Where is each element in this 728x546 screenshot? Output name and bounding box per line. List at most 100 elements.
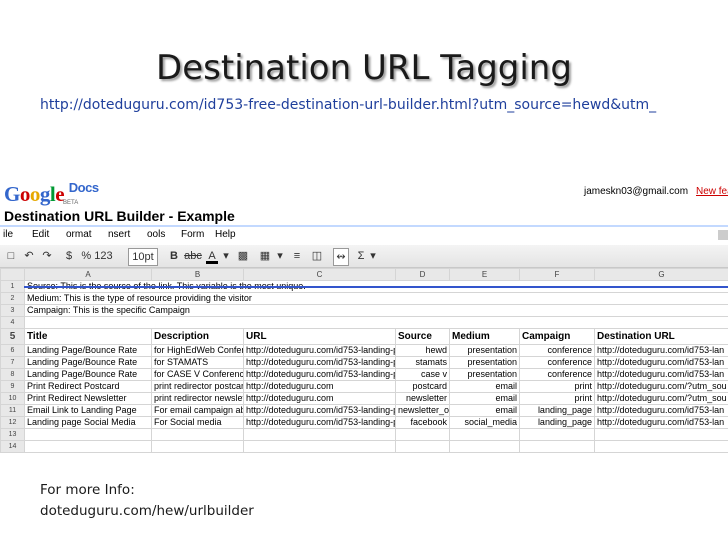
footer-link[interactable]: doteduguru.com/hew/urlbuilder: [40, 501, 254, 522]
menu-form[interactable]: Form: [181, 229, 204, 240]
cell-url[interactable]: http://doteduguru.com: [243, 380, 396, 393]
menu-file[interactable]: ile: [3, 229, 13, 240]
note-cell[interactable]: Medium: This is the type of resource pro…: [24, 292, 728, 305]
sum-icon[interactable]: Σ: [354, 248, 368, 264]
cell-source[interactable]: newsletter_oct_09: [395, 404, 450, 417]
empty-cell[interactable]: [151, 440, 244, 453]
cell-campaign[interactable]: conference: [519, 368, 595, 381]
cell-source[interactable]: newsletter: [395, 392, 450, 405]
bold-button[interactable]: B: [168, 248, 180, 264]
row-header[interactable]: 9: [0, 380, 25, 393]
empty-cell[interactable]: [243, 428, 396, 441]
cell-title[interactable]: Print Redirect Postcard: [24, 380, 152, 393]
align-icon[interactable]: ≡: [290, 248, 304, 264]
font-size-select[interactable]: 10pt: [128, 248, 158, 266]
text-color-button[interactable]: A: [206, 248, 218, 264]
cell-description[interactable]: print redirector newsletter: [151, 392, 244, 405]
row-header[interactable]: 14: [0, 440, 25, 453]
cell-title[interactable]: Landing Page/Bounce Rate: [24, 368, 152, 381]
empty-cell[interactable]: [594, 428, 728, 441]
sum-dropdown-icon[interactable]: ▾: [369, 248, 377, 264]
cell-description[interactable]: for CASE V Conference: [151, 368, 244, 381]
cell-source[interactable]: case v: [395, 368, 450, 381]
column-header[interactable]: E: [449, 268, 520, 281]
cell-destination-url[interactable]: http://doteduguru.com/id753-lan: [594, 344, 728, 357]
cell-destination-url[interactable]: http://doteduguru.com/id753-lan: [594, 416, 728, 429]
menu-format[interactable]: ormat: [66, 229, 92, 240]
cell-medium[interactable]: email: [449, 404, 520, 417]
cell-url[interactable]: http://doteduguru.com: [243, 392, 396, 405]
text-color-dropdown-icon[interactable]: ▾: [222, 248, 230, 264]
empty-cell[interactable]: [395, 428, 450, 441]
cell-title[interactable]: Landing Page/Bounce Rate: [24, 344, 152, 357]
row-header[interactable]: 10: [0, 392, 25, 405]
header-cell-campaign[interactable]: Campaign: [519, 328, 595, 345]
cell-source[interactable]: postcard: [395, 380, 450, 393]
cell-url[interactable]: http://doteduguru.com/id753-landing-page: [243, 344, 396, 357]
borders-icon[interactable]: ▦: [258, 248, 272, 264]
cell-campaign[interactable]: landing_page: [519, 404, 595, 417]
menu-tools[interactable]: ools: [147, 229, 165, 240]
menu-help[interactable]: Help: [215, 229, 236, 240]
note-cell[interactable]: Campaign: This is the specific Campaign: [24, 304, 728, 317]
fill-color-icon[interactable]: ▩: [236, 248, 250, 264]
row-header[interactable]: 3: [0, 304, 25, 317]
cell-destination-url[interactable]: http://doteduguru.com/id753-lan: [594, 404, 728, 417]
new-features-link[interactable]: New fea: [696, 186, 728, 197]
cell-campaign[interactable]: conference: [519, 356, 595, 369]
undo-icon[interactable]: ↶: [22, 248, 36, 264]
row-header[interactable]: 4: [0, 316, 25, 329]
column-header[interactable]: B: [151, 268, 244, 281]
row-header[interactable]: 2: [0, 292, 25, 305]
cell-source[interactable]: hewd: [395, 344, 450, 357]
empty-cell[interactable]: [519, 428, 595, 441]
menu-edit[interactable]: Edit: [32, 229, 49, 240]
cell-medium[interactable]: email: [449, 380, 520, 393]
merge-cells-icon[interactable]: ◫: [310, 248, 324, 264]
row-header[interactable]: 5: [0, 328, 25, 345]
column-header[interactable]: D: [395, 268, 450, 281]
strikethrough-button[interactable]: abc: [184, 248, 202, 264]
google-docs-logo[interactable]: Google Docs: [4, 180, 99, 207]
column-header[interactable]: C: [243, 268, 396, 281]
cell-campaign[interactable]: conference: [519, 344, 595, 357]
cell-title[interactable]: Print Redirect Newsletter: [24, 392, 152, 405]
empty-cell[interactable]: [24, 440, 152, 453]
header-cell-title[interactable]: Title: [24, 328, 152, 345]
cell-url[interactable]: http://doteduguru.com/id753-landing-page: [243, 416, 396, 429]
corner-cell[interactable]: [0, 268, 25, 281]
cell-title[interactable]: Email Link to Landing Page: [24, 404, 152, 417]
row-header[interactable]: 12: [0, 416, 25, 429]
cell-description[interactable]: print redirector postcard: [151, 380, 244, 393]
cell-url[interactable]: http://doteduguru.com/id753-landing-page: [243, 404, 396, 417]
row-header[interactable]: 1: [0, 280, 25, 293]
row-header[interactable]: 7: [0, 356, 25, 369]
cell-description[interactable]: For email campaign about: [151, 404, 244, 417]
cell-campaign[interactable]: print: [519, 392, 595, 405]
note-cell[interactable]: [24, 316, 728, 329]
borders-dropdown-icon[interactable]: ▾: [276, 248, 284, 264]
cell-medium[interactable]: presentation: [449, 344, 520, 357]
cell-destination-url[interactable]: http://doteduguru.com/?utm_sou: [594, 392, 728, 405]
row-header[interactable]: 13: [0, 428, 25, 441]
cell-campaign[interactable]: print: [519, 380, 595, 393]
header-cell-description[interactable]: Description: [151, 328, 244, 345]
number-format-button[interactable]: % 123: [80, 248, 114, 264]
cell-title[interactable]: Landing page Social Media: [24, 416, 152, 429]
empty-cell[interactable]: [243, 440, 396, 453]
wrap-text-icon[interactable]: ↭: [333, 248, 349, 266]
row-header[interactable]: 8: [0, 368, 25, 381]
row-header[interactable]: 11: [0, 404, 25, 417]
empty-cell[interactable]: [395, 440, 450, 453]
empty-cell[interactable]: [24, 428, 152, 441]
cell-destination-url[interactable]: http://doteduguru.com/id753-lan: [594, 356, 728, 369]
cell-title[interactable]: Landing Page/Bounce Rate: [24, 356, 152, 369]
empty-cell[interactable]: [151, 428, 244, 441]
currency-icon[interactable]: $: [62, 248, 76, 264]
header-cell-destination-url[interactable]: Destination URL: [594, 328, 728, 345]
cell-medium[interactable]: email: [449, 392, 520, 405]
builder-url-link[interactable]: http://doteduguru.com/id753-free-destina…: [40, 97, 656, 113]
header-cell-source[interactable]: Source: [395, 328, 450, 345]
header-cell-medium[interactable]: Medium: [449, 328, 520, 345]
cell-source[interactable]: stamats: [395, 356, 450, 369]
